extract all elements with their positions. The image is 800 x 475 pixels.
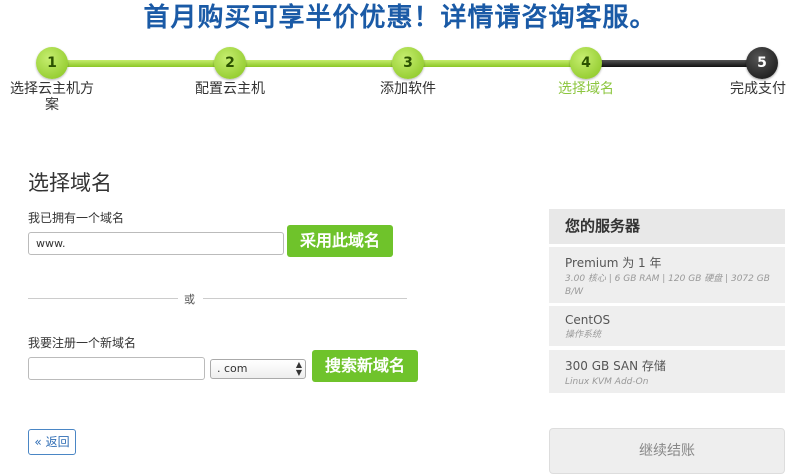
own-domain-input[interactable]	[28, 232, 284, 255]
own-domain-label: 我已拥有一个域名	[28, 211, 125, 225]
step-3-label: 添加软件	[380, 81, 436, 97]
storage-line: 300 GB SAN 存储	[565, 359, 666, 373]
divider-or-text: 或	[184, 293, 195, 306]
new-domain-input[interactable]	[28, 357, 205, 380]
progress-bar-completed	[52, 60, 587, 67]
step-2-marker: 2	[214, 47, 246, 79]
divider-left	[28, 298, 178, 299]
plan-specs: 3.00 核心 | 6 GB RAM | 120 GB 硬盘 | 3072 GB…	[565, 274, 770, 297]
step-4-label: 选择域名	[558, 81, 614, 97]
tld-select[interactable]: . com ▲ ▼	[210, 359, 306, 379]
step-5-marker: 5	[746, 47, 778, 79]
step-4-marker: 4	[570, 47, 602, 79]
step-1-marker: 1	[36, 47, 68, 79]
search-domain-button[interactable]: 搜索新域名	[312, 350, 418, 382]
checkout-progress: 1 2 3 4 5 选择云主机方案 配置云主机 添加软件 选择域名 完成支付	[0, 44, 800, 124]
server-plan-item: Premium 为 1 年 3.00 核心 | 6 GB RAM | 120 G…	[549, 247, 785, 303]
divider-right	[203, 298, 407, 299]
progress-bar-remaining	[586, 60, 762, 67]
server-storage-item: 300 GB SAN 存储 Linux KVM Add-On	[549, 350, 785, 393]
back-button[interactable]: « 返回	[28, 429, 76, 455]
plan-line: Premium 为 1 年	[565, 256, 662, 270]
storage-sub: Linux KVM Add-On	[565, 377, 649, 387]
new-domain-label: 我要注册一个新域名	[28, 336, 137, 350]
step-3-marker: 3	[392, 47, 424, 79]
server-os-item: CentOS 操作系统	[549, 306, 785, 346]
promo-banner: 首月购买可享半价优惠！详情请咨询客服。	[143, 3, 657, 33]
select-arrows-icon: ▲ ▼	[295, 360, 302, 377]
step-5-label: 完成支付	[730, 81, 786, 97]
use-domain-button[interactable]: 采用此域名	[287, 225, 393, 257]
os-name: CentOS	[565, 313, 611, 327]
page-title: 选择域名	[28, 171, 112, 195]
step-1-label: 选择云主机方案	[10, 81, 94, 113]
tld-select-value: . com	[217, 362, 248, 375]
checkout-button[interactable]: 继续结账	[549, 428, 785, 474]
step-2-label: 配置云主机	[195, 81, 265, 97]
server-panel-title: 您的服务器	[549, 209, 785, 244]
os-label: 操作系统	[565, 330, 602, 340]
